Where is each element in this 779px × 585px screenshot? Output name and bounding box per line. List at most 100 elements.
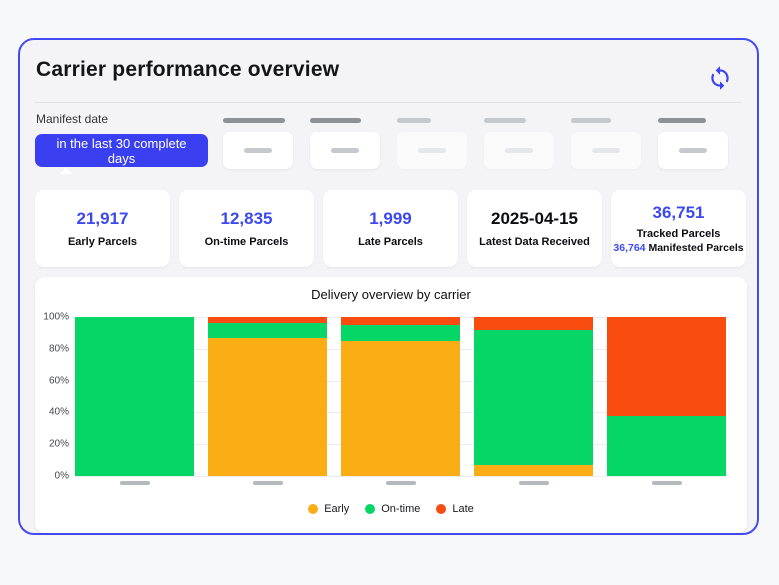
manifest-date-filter-button[interactable]: in the last 30 complete days xyxy=(35,134,208,167)
skeleton-filter-card[interactable] xyxy=(658,132,728,169)
bar-segment-on-time xyxy=(75,317,194,476)
skeleton-filter-card[interactable] xyxy=(223,132,293,169)
chart-legend: Early On-time Late xyxy=(35,503,747,515)
skeleton-label-bar xyxy=(571,118,611,123)
refresh-button[interactable] xyxy=(704,62,736,94)
x-label-slot xyxy=(474,481,593,485)
bar-carrier-3 xyxy=(341,317,460,476)
popover-arrow xyxy=(60,167,72,174)
bar-segment-late xyxy=(474,317,593,330)
stat-card-early-parcels: 21,917 Early Parcels xyxy=(35,190,170,267)
y-axis-tick: 60% xyxy=(49,375,69,386)
stat-subline: 36,764 Manifested Parcels xyxy=(613,242,743,254)
skeleton-value-dash xyxy=(331,148,359,153)
legend-label: On-time xyxy=(381,503,420,515)
y-axis-tick: 40% xyxy=(49,407,69,418)
bar-carrier-2 xyxy=(208,317,327,476)
bar-segment-early xyxy=(474,465,593,476)
skeleton-label-bar xyxy=(310,118,361,123)
dashboard-card: Carrier performance overview Manifest da… xyxy=(18,38,759,535)
stat-label: On-time Parcels xyxy=(205,236,289,248)
bar-segment-early xyxy=(208,338,327,476)
bar-segment-on-time xyxy=(208,323,327,337)
skeleton-filter-card[interactable] xyxy=(397,132,467,169)
stat-card-ontime-parcels: 12,835 On-time Parcels xyxy=(179,190,314,267)
x-label-skeleton-dash xyxy=(386,481,416,485)
stat-label: Tracked Parcels xyxy=(637,228,721,240)
skeleton-label-bar xyxy=(484,118,526,123)
filter-skeleton-2 xyxy=(310,118,380,169)
stat-value: 36,751 xyxy=(653,203,705,223)
bar-segment-on-time xyxy=(474,330,593,465)
delivery-overview-chart: Delivery overview by carrier 100%80%60%4… xyxy=(35,277,747,533)
x-label-slot xyxy=(208,481,327,485)
x-label-slot xyxy=(607,481,726,485)
bar-segment-on-time xyxy=(607,416,726,476)
bars-container xyxy=(75,317,726,476)
legend-dot xyxy=(436,504,446,514)
manifested-label: Manifested Parcels xyxy=(648,242,743,254)
manifest-date-label: Manifest date xyxy=(36,112,108,126)
x-axis-label-row xyxy=(75,481,726,485)
stat-label: Early Parcels xyxy=(68,236,137,248)
bar-segment-early xyxy=(341,341,460,476)
y-axis-tick: 0% xyxy=(55,471,69,482)
filter-skeleton-6 xyxy=(658,118,728,169)
x-label-skeleton-dash xyxy=(519,481,549,485)
y-axis-tick: 80% xyxy=(49,343,69,354)
stats-row: 21,917 Early Parcels 12,835 On-time Parc… xyxy=(35,190,746,267)
legend-label: Early xyxy=(324,503,349,515)
skeleton-label-bar xyxy=(658,118,706,123)
page-title: Carrier performance overview xyxy=(36,58,339,82)
stat-card-latest-data: 2025-04-15 Latest Data Received xyxy=(467,190,602,267)
filter-skeleton-row xyxy=(223,118,728,169)
bar-carrier-1 xyxy=(75,317,194,476)
skeleton-value-dash xyxy=(505,148,533,153)
x-label-slot xyxy=(341,481,460,485)
filter-skeleton-5 xyxy=(571,118,641,169)
bar-segment-late xyxy=(607,317,726,416)
filter-skeleton-1 xyxy=(223,118,293,169)
bar-segment-on-time xyxy=(341,325,460,341)
skeleton-filter-card[interactable] xyxy=(484,132,554,169)
plot-area: 100%80%60%40%20%0% xyxy=(75,317,726,476)
skeleton-filter-card[interactable] xyxy=(571,132,641,169)
legend-label: Late xyxy=(452,503,473,515)
bar-segment-late xyxy=(341,317,460,325)
legend-dot xyxy=(308,504,318,514)
legend-dot xyxy=(365,504,375,514)
skeleton-value-dash xyxy=(679,148,707,153)
bar-carrier-4 xyxy=(474,317,593,476)
filter-skeleton-3 xyxy=(397,118,467,169)
x-label-skeleton-dash xyxy=(253,481,283,485)
x-label-skeleton-dash xyxy=(652,481,682,485)
skeleton-label-bar xyxy=(397,118,431,123)
stat-label: Late Parcels xyxy=(358,236,423,248)
refresh-icon xyxy=(707,65,733,91)
y-axis-tick: 100% xyxy=(43,312,69,323)
stat-value: 2025-04-15 xyxy=(491,209,578,229)
x-label-skeleton-dash xyxy=(120,481,150,485)
bar-carrier-5 xyxy=(607,317,726,476)
stat-value: 12,835 xyxy=(221,209,273,229)
x-label-slot xyxy=(75,481,194,485)
skeleton-value-dash xyxy=(244,148,272,153)
gridline xyxy=(75,476,726,477)
chart-title: Delivery overview by carrier xyxy=(35,287,747,302)
stat-card-tracked-parcels: 36,751 Tracked Parcels 36,764 Manifested… xyxy=(611,190,746,267)
manifested-count: 36,764 xyxy=(613,242,645,254)
stat-value: 1,999 xyxy=(369,209,412,229)
skeleton-value-dash xyxy=(592,148,620,153)
stat-card-late-parcels: 1,999 Late Parcels xyxy=(323,190,458,267)
y-axis-tick: 20% xyxy=(49,439,69,450)
stat-value: 21,917 xyxy=(77,209,129,229)
skeleton-label-bar xyxy=(223,118,285,123)
skeleton-value-dash xyxy=(418,148,446,153)
legend-item-early[interactable]: Early xyxy=(308,503,349,515)
legend-item-late[interactable]: Late xyxy=(436,503,473,515)
header-divider xyxy=(35,102,742,103)
legend-item-on-time[interactable]: On-time xyxy=(365,503,420,515)
filter-skeleton-4 xyxy=(484,118,554,169)
skeleton-filter-card[interactable] xyxy=(310,132,380,169)
stat-label: Latest Data Received xyxy=(479,236,590,248)
